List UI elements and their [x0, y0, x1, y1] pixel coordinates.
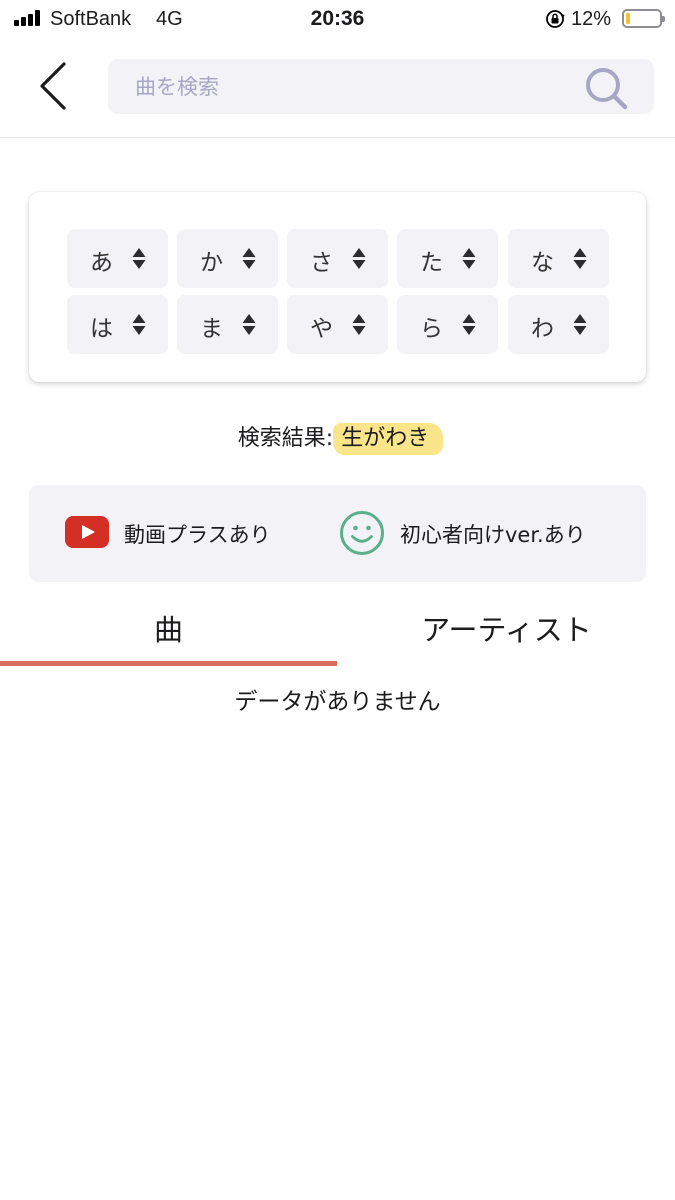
sort-updown-icon — [132, 314, 146, 335]
status-bar: SoftBank 4G 20:36 12% — [0, 0, 675, 38]
kana-filter-label: た — [420, 250, 443, 276]
back-button[interactable] — [28, 58, 78, 114]
kana-filter-button[interactable]: か — [177, 229, 278, 288]
kana-filter-label: ら — [420, 316, 443, 342]
sort-updown-icon — [132, 248, 146, 269]
search-result-line: 検索結果: 生がわき — [0, 420, 675, 455]
search-input[interactable] — [108, 59, 654, 114]
smile-icon — [340, 511, 384, 555]
battery-percent: 12% — [571, 8, 612, 30]
search-box — [108, 59, 654, 114]
kana-filter-label: さ — [310, 250, 333, 276]
kana-filter-label: か — [200, 250, 223, 276]
kana-filter-label: な — [531, 250, 554, 276]
active-tab-indicator — [0, 661, 337, 666]
sort-updown-icon — [242, 314, 256, 335]
kana-filter-button[interactable]: わ — [508, 295, 609, 354]
sort-updown-icon — [352, 314, 366, 335]
features-box: 動画プラスあり 初心者向けver.あり — [29, 485, 646, 582]
kana-filter-card: あ か さ た なは ま や ら わ — [29, 192, 646, 382]
kana-filter-label: わ — [531, 316, 554, 342]
kana-filter-button[interactable]: あ — [67, 229, 168, 288]
kana-filter-button[interactable]: な — [508, 229, 609, 288]
kana-filter-button[interactable]: や — [287, 295, 388, 354]
navigation-bar — [0, 38, 675, 138]
kana-filter-button[interactable]: ら — [397, 295, 498, 354]
kana-filter-label: あ — [90, 250, 113, 276]
kana-filter-button[interactable]: た — [397, 229, 498, 288]
kana-filter-label: は — [90, 316, 113, 342]
beginner-version-label: 初心者向けver.あり — [400, 523, 586, 547]
search-icon[interactable] — [582, 65, 632, 111]
kana-filter-label: ま — [200, 316, 223, 342]
rotation-lock-icon — [546, 10, 565, 28]
battery-level — [626, 13, 630, 24]
sort-updown-icon — [462, 248, 476, 269]
kana-filter-button[interactable]: さ — [287, 229, 388, 288]
sort-updown-icon — [462, 314, 476, 335]
sort-updown-icon — [242, 248, 256, 269]
sort-updown-icon — [573, 248, 587, 269]
search-result-label: 検索結果: — [237, 426, 334, 451]
tab-artists[interactable]: アーティスト — [338, 600, 675, 666]
tab-songs[interactable]: 曲 — [0, 600, 337, 666]
kana-filter-button[interactable]: は — [67, 295, 168, 354]
kana-filter-button[interactable]: ま — [177, 295, 278, 354]
sort-updown-icon — [573, 314, 587, 335]
video-plus-label: 動画プラスあり — [124, 523, 271, 547]
sort-updown-icon — [352, 248, 366, 269]
result-tabs: 曲 アーティスト — [0, 600, 675, 666]
search-result-term: 生がわき — [333, 420, 444, 455]
kana-filter-label: や — [310, 316, 333, 342]
battery-icon — [622, 9, 665, 28]
youtube-icon — [65, 516, 109, 548]
empty-state-message: データがありません — [234, 689, 441, 715]
